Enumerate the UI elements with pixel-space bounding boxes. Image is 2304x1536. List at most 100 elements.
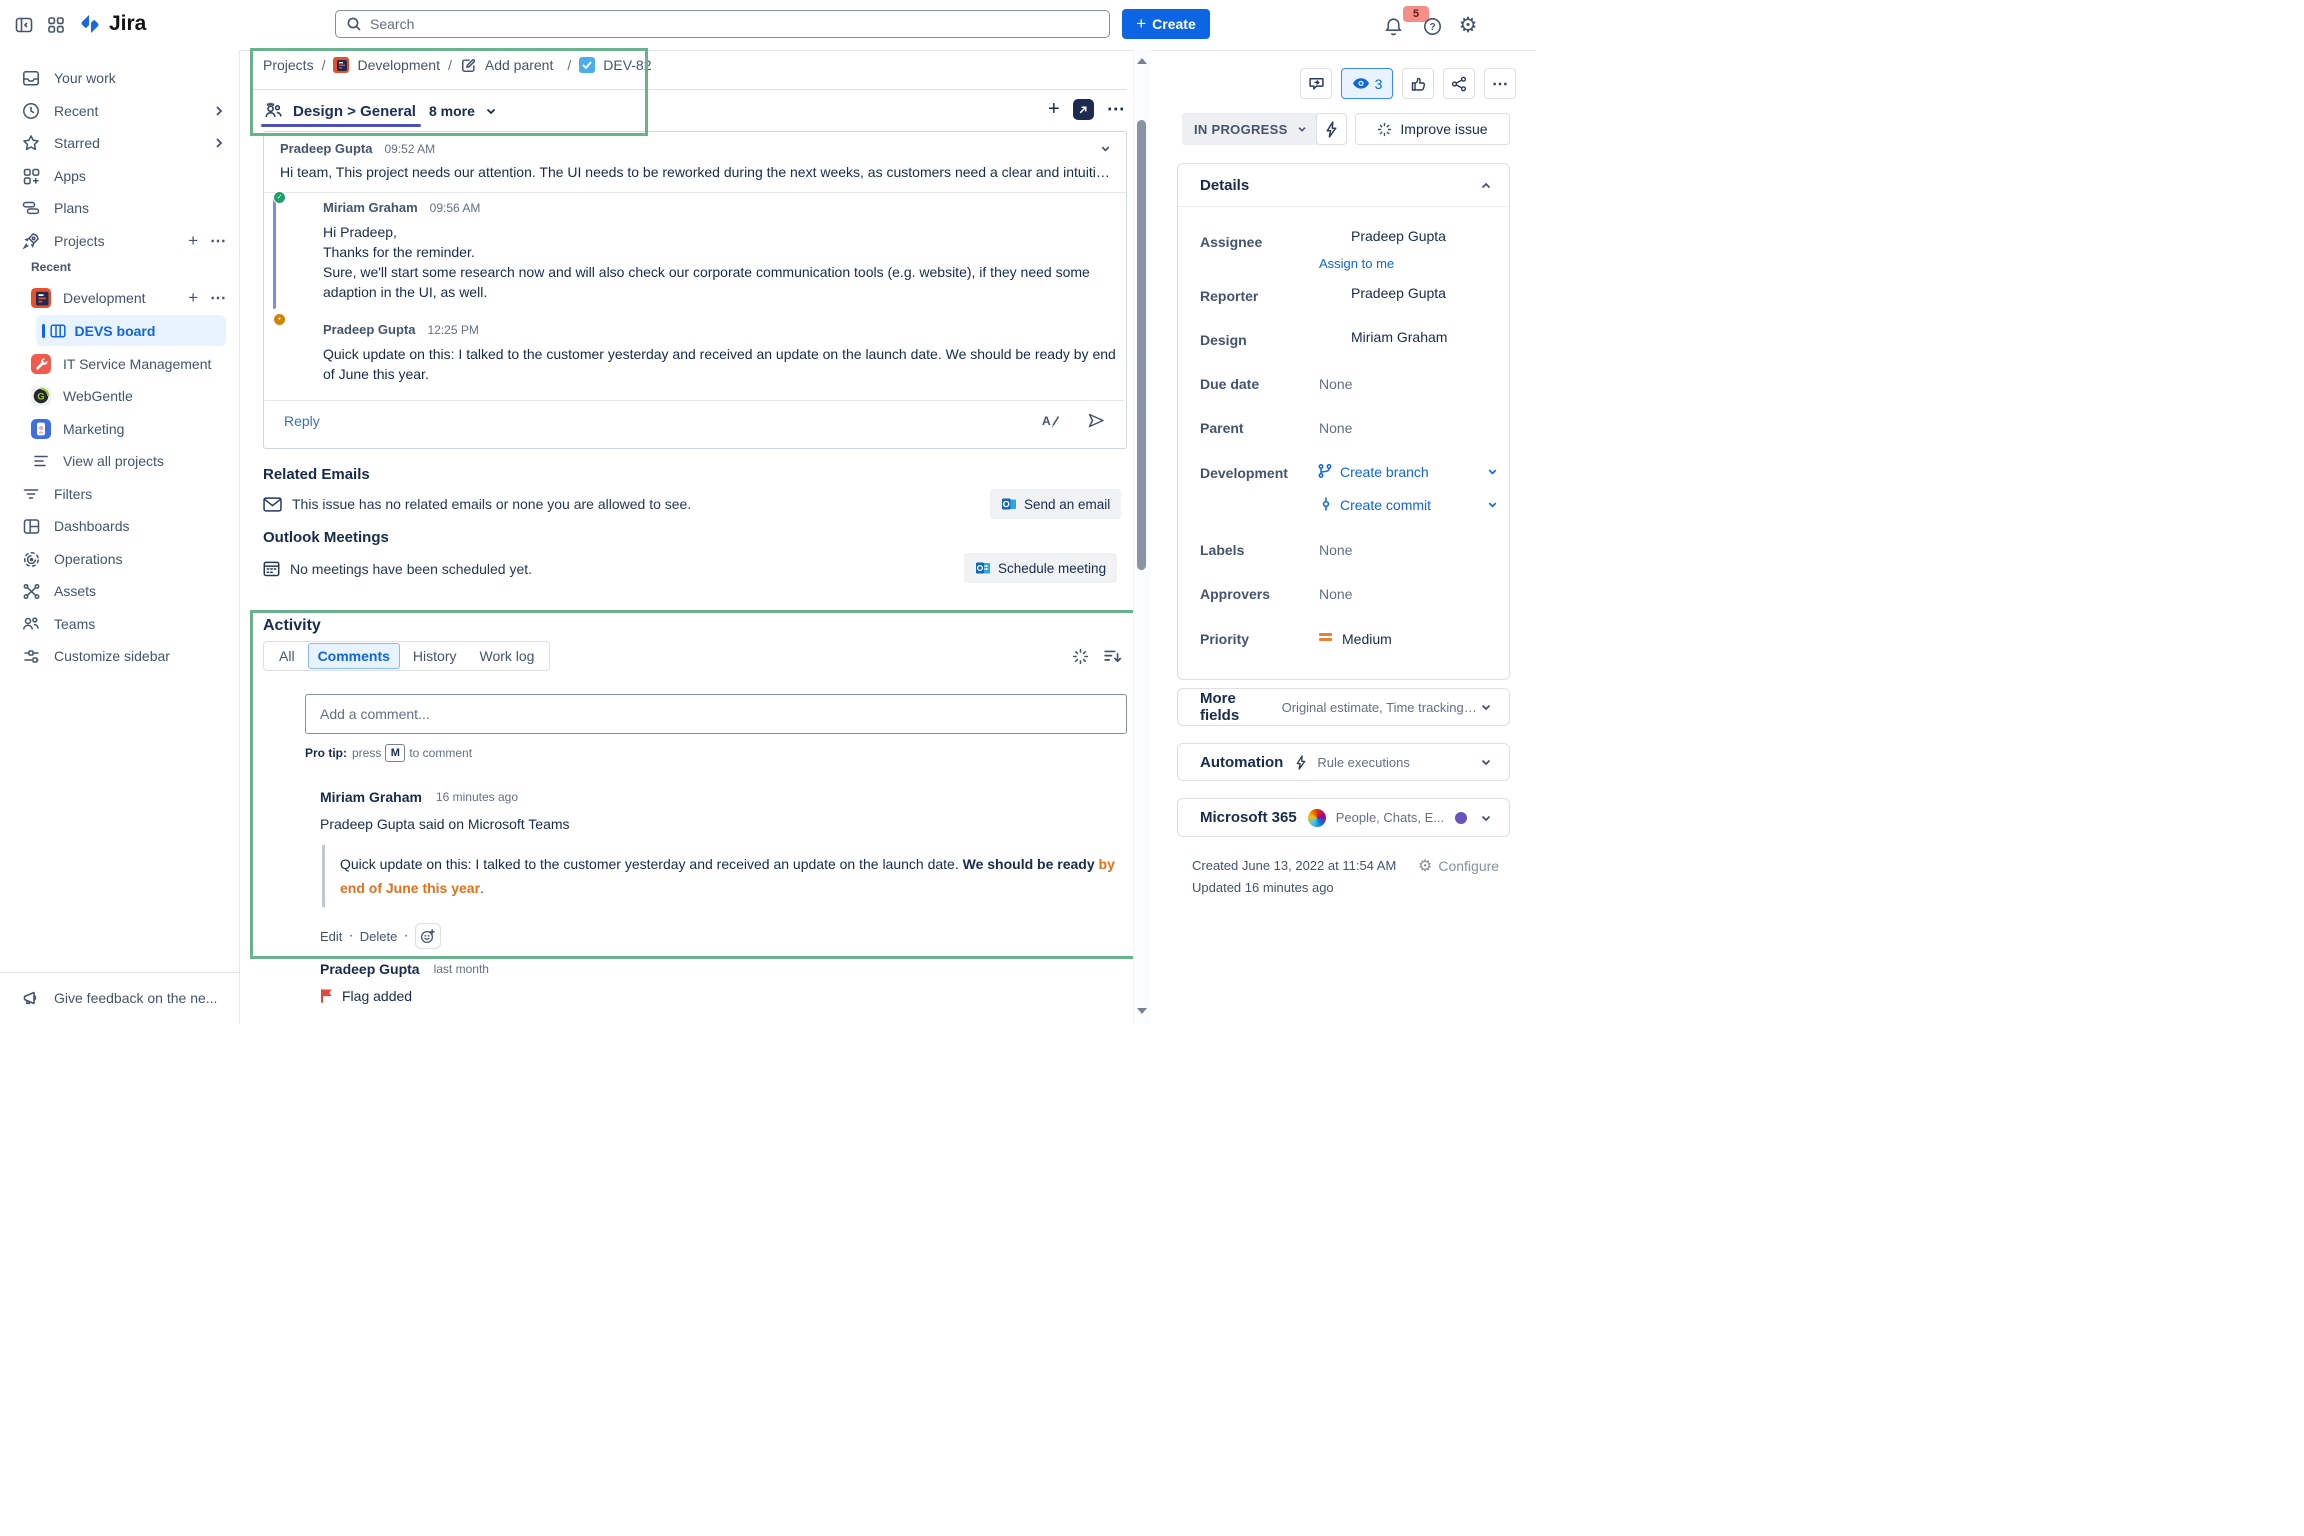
due-date-value[interactable]: None — [1319, 376, 1352, 392]
sidebar-item-customize[interactable]: Customize sidebar — [0, 640, 240, 672]
channel-path[interactable]: Design > General — [293, 103, 416, 120]
comment-author[interactable]: Pradeep Gupta — [323, 322, 415, 337]
sidebar-item-webgentle[interactable]: G WebGentle — [0, 380, 240, 412]
collapse-sidebar-button[interactable] — [12, 13, 36, 37]
sidebar-item-filters[interactable]: Filters — [0, 478, 240, 510]
sidebar-item-development[interactable]: Development + ⋯ — [0, 282, 240, 314]
help-icon[interactable]: ? — [1422, 16, 1442, 36]
collapse-thread-chevron-icon[interactable] — [1099, 142, 1112, 155]
create-button[interactable]: + Create — [1122, 9, 1210, 39]
issue-more-button[interactable]: ⋯ — [1484, 68, 1516, 99]
comment-author[interactable]: Miriam Graham — [323, 200, 418, 215]
create-commit-link[interactable]: Create commit — [1340, 497, 1431, 513]
sidebar-item-dashboards[interactable]: Dashboards — [0, 510, 240, 542]
event-author[interactable]: Pradeep Gupta — [320, 961, 420, 977]
sidebar-item-plans[interactable]: Plans — [0, 192, 240, 224]
schedule-meeting-button[interactable]: Schedule meeting — [964, 553, 1117, 583]
app-switcher-icon[interactable] — [46, 15, 66, 35]
breadcrumb-add-parent[interactable]: Add parent — [485, 57, 554, 73]
sidebar-item-teams[interactable]: Teams — [0, 608, 240, 640]
tab-comments[interactable]: Comments — [308, 643, 400, 669]
channel-more[interactable]: 8 more — [429, 103, 475, 119]
sidebar-item-operations[interactable]: Operations — [0, 543, 240, 575]
comment-time: 09:56 AM — [430, 201, 481, 215]
more-fields-panel[interactable]: More fields Original estimate, Time trac… — [1177, 688, 1510, 726]
chevron-down-icon[interactable] — [1486, 465, 1499, 478]
outlook-icon — [1001, 496, 1017, 512]
open-in-new-window-icon[interactable] — [1073, 99, 1094, 120]
delete-link[interactable]: Delete — [360, 929, 398, 944]
configure-button[interactable]: ⚙ Configure — [1418, 856, 1499, 876]
notifications-bell-icon[interactable] — [1382, 15, 1404, 37]
sidebar-item-your-work[interactable]: Your work — [0, 62, 240, 94]
add-comment-input[interactable]: Add a comment... — [305, 694, 1127, 734]
format-icon[interactable]: A — [1042, 412, 1061, 429]
chevron-down-icon[interactable] — [484, 104, 498, 118]
activity-tabs: All Comments History Work log — [263, 641, 550, 671]
more-icon[interactable]: ⋯ — [210, 288, 226, 308]
share-button[interactable] — [1443, 68, 1475, 99]
assign-to-me-link[interactable]: Assign to me — [1319, 256, 1394, 271]
expand-activity-icon[interactable] — [1072, 648, 1089, 665]
reply-placeholder[interactable]: Reply — [284, 413, 320, 429]
add-project-icon[interactable]: + — [188, 231, 198, 251]
automation-subtitle: Rule executions — [1317, 755, 1410, 770]
sidebar-item-devs-board[interactable]: DEVS board — [36, 315, 226, 346]
send-email-button[interactable]: Send an email — [990, 489, 1121, 519]
parent-value[interactable]: None — [1319, 420, 1352, 436]
improve-issue-button[interactable]: Improve issue — [1355, 113, 1510, 145]
projects-more-icon[interactable]: ⋯ — [210, 231, 226, 251]
breadcrumb-projects[interactable]: Projects — [263, 57, 314, 73]
sidebar-item-starred[interactable]: Starred — [0, 127, 240, 159]
toolbar-more-icon[interactable]: ⋯ — [1107, 99, 1125, 120]
related-emails-empty-text: This issue has no related emails or none… — [292, 496, 691, 512]
breadcrumb-issue-key[interactable]: DEV-82 — [603, 57, 651, 73]
edit-link[interactable]: Edit — [320, 929, 342, 944]
feedback-button[interactable] — [1300, 68, 1332, 99]
sidebar-feedback-link[interactable]: Give feedback on the ne... — [0, 982, 240, 1014]
labels-value[interactable]: None — [1319, 542, 1352, 558]
reply-box[interactable]: Reply A — [284, 412, 1106, 429]
add-reaction-button[interactable] — [415, 923, 441, 949]
add-tab-icon[interactable]: + — [1048, 98, 1060, 121]
status-dropdown[interactable]: IN PROGRESS — [1182, 113, 1320, 145]
automation-lightning-button[interactable] — [1316, 113, 1347, 145]
tab-history[interactable]: History — [403, 643, 467, 669]
sidebar-item-it-service-management[interactable]: IT Service Management — [0, 348, 240, 380]
send-icon[interactable] — [1087, 412, 1106, 429]
m365-panel[interactable]: Microsoft 365 People, Chats, E... — [1177, 798, 1510, 837]
breadcrumb-project[interactable]: Development — [357, 57, 440, 73]
design-name[interactable]: Miriam Graham — [1351, 329, 1447, 345]
priority-value[interactable]: Medium — [1342, 631, 1392, 647]
jira-logo[interactable]: Jira — [78, 12, 146, 36]
reporter-name[interactable]: Pradeep Gupta — [1351, 285, 1446, 301]
sidebar-item-recent[interactable]: Recent — [0, 95, 240, 127]
search-input[interactable]: Search — [335, 10, 1110, 38]
assignee-name[interactable]: Pradeep Gupta — [1351, 228, 1446, 244]
watch-button[interactable]: 3 — [1341, 68, 1393, 99]
add-parent-pencil-icon[interactable] — [460, 57, 477, 74]
create-branch-link[interactable]: Create branch — [1340, 464, 1429, 480]
sidebar-item-marketing[interactable]: Marketing — [0, 413, 240, 445]
comment-author[interactable]: Miriam Graham — [320, 789, 422, 805]
sidebar-item-apps[interactable]: Apps — [0, 160, 240, 192]
sidebar-item-assets[interactable]: Assets — [0, 575, 240, 607]
settings-gear-icon[interactable]: ⚙ — [1456, 12, 1480, 38]
tab-all[interactable]: All — [269, 643, 305, 669]
scroll-up-arrow[interactable] — [1137, 58, 1147, 64]
comment-author[interactable]: Pradeep Gupta — [280, 141, 372, 156]
git-branch-icon — [1317, 463, 1333, 479]
add-icon[interactable]: + — [188, 288, 198, 308]
approvers-value[interactable]: None — [1319, 586, 1352, 602]
sidebar-item-projects[interactable]: Projects + ⋯ — [0, 225, 240, 257]
like-button[interactable] — [1402, 68, 1434, 99]
chevron-down-icon[interactable] — [1486, 498, 1499, 511]
sidebar-item-view-all-projects[interactable]: View all projects — [0, 445, 240, 477]
updated-timestamp: Updated 16 minutes ago — [1192, 880, 1334, 895]
tab-worklog[interactable]: Work log — [469, 643, 544, 669]
automation-panel[interactable]: Automation Rule executions — [1177, 743, 1510, 781]
details-header[interactable]: Details — [1178, 164, 1509, 194]
sort-order-icon[interactable] — [1103, 648, 1122, 665]
main-scrollbar-thumb[interactable] — [1137, 120, 1146, 570]
scroll-down-arrow[interactable] — [1137, 1008, 1147, 1014]
